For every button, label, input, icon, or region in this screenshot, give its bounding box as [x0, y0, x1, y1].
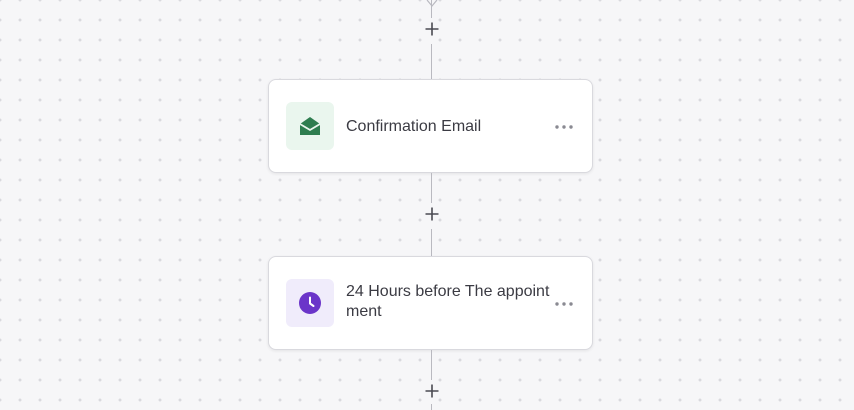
ellipsis-icon — [555, 125, 573, 129]
connector-line — [431, 404, 432, 410]
add-step-button[interactable] — [421, 18, 443, 40]
clock-icon — [299, 292, 321, 314]
plus-icon — [425, 22, 439, 36]
connector-line — [431, 173, 432, 203]
workflow-canvas: Confirmation Email 24 Hours before The a… — [0, 0, 854, 410]
workflow-node-wait-24-hours[interactable]: 24 Hours before The appointment — [268, 256, 593, 350]
node-title: 24 Hours before The appointment — [346, 283, 550, 320]
more-options-button[interactable] — [553, 117, 575, 137]
arrow-down-icon — [426, 0, 438, 7]
node-icon-container — [286, 102, 334, 150]
envelope-open-icon — [299, 117, 321, 135]
add-step-button[interactable] — [421, 380, 443, 402]
connector-line — [431, 229, 432, 256]
plus-icon — [425, 207, 439, 221]
ellipsis-icon — [555, 302, 573, 306]
workflow-node-confirmation-email[interactable]: Confirmation Email — [268, 79, 593, 173]
node-title: Confirmation Email — [346, 118, 482, 135]
connector-line — [431, 44, 432, 79]
node-icon-container — [286, 279, 334, 327]
plus-icon — [425, 384, 439, 398]
more-options-button[interactable] — [553, 294, 575, 314]
add-step-button[interactable] — [421, 203, 443, 225]
connector-line — [431, 0, 432, 18]
connector-line — [431, 350, 432, 380]
